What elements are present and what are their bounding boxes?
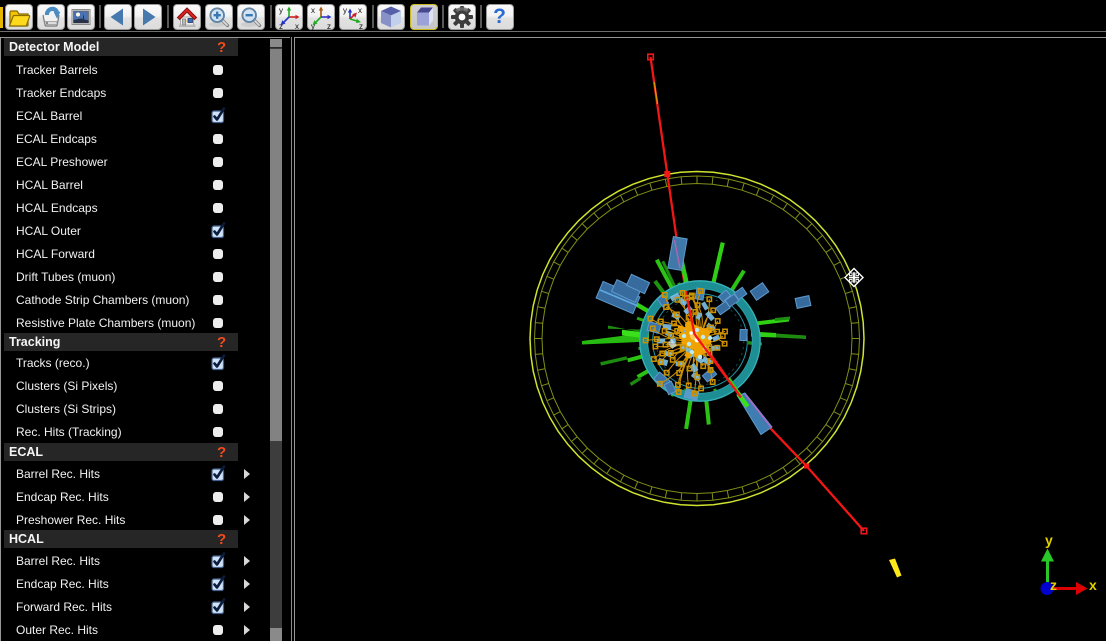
svg-text:x: x: [358, 6, 362, 15]
svg-text:x: x: [311, 6, 315, 15]
svg-text:x: x: [1089, 577, 1097, 593]
svg-text:z: z: [359, 22, 363, 30]
svg-text:x: x: [295, 22, 299, 30]
svg-text:z: z: [1050, 577, 1057, 593]
svg-text:y: y: [343, 6, 347, 15]
svg-text:y: y: [1045, 532, 1053, 548]
svg-text:z: z: [327, 22, 331, 30]
